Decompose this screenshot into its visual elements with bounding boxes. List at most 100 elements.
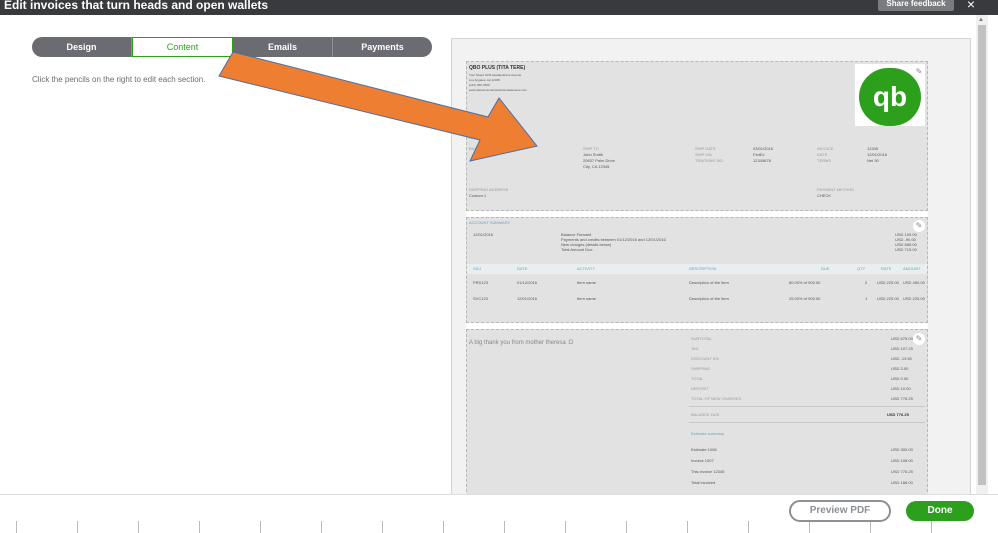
line-cell: Description of the item	[689, 296, 729, 301]
activity-section[interactable]: ACCOUNT SUMMARY ✎ 12/01/2016 Balance For…	[466, 217, 928, 323]
column-header: DUE	[821, 266, 830, 271]
edit-pencil-icon[interactable]: ✎	[913, 333, 925, 345]
line-cell: 80.00% of 900.00	[789, 280, 821, 285]
line-cell: USD 225.00	[877, 280, 899, 285]
divider	[689, 406, 925, 407]
line-cell: SVC123	[473, 296, 488, 301]
done-button[interactable]: Done	[906, 501, 974, 521]
scroll-thumb[interactable]	[978, 25, 986, 485]
total-label: SUBTOTAL	[691, 336, 712, 341]
total-value: USD 675.00	[891, 336, 913, 341]
divider	[260, 521, 261, 533]
total-value: USD 10.00	[891, 386, 911, 391]
invoice-no: 12345	[867, 146, 879, 151]
total-label: DISCOUNT 5%	[691, 356, 719, 361]
header-section[interactable]: QBO PLUS (TITA TERE) Your Street 1234 He…	[466, 61, 928, 211]
total-value: USD 776.25	[891, 396, 913, 401]
total-label: TOTAL OF NEW CHARGES	[691, 396, 742, 401]
total-label: TOTAL	[691, 376, 704, 381]
tab-bar: Design Content Emails Payments	[32, 37, 432, 57]
tracking: 12345678	[753, 158, 771, 163]
ship-to-label: SHIP TO	[583, 146, 599, 151]
terms: Net 30	[867, 158, 879, 163]
column-header: DATE	[517, 266, 528, 271]
column-header: DESCRIPTION	[689, 266, 717, 271]
estimate-row-label: Total invoiced	[691, 480, 716, 485]
page-title: Edit invoices that turn heads and open w…	[4, 0, 269, 12]
estimate-row-label: Estimate 1008	[691, 447, 717, 452]
line-cell: 12/01/2016	[517, 296, 538, 301]
bill-to-label: BILL TO	[469, 146, 484, 151]
company-line: (123) 456-7890	[469, 83, 490, 87]
total-label: TAX	[691, 346, 699, 351]
line-cell: Item name	[577, 296, 596, 301]
divider	[931, 521, 932, 533]
divider	[687, 521, 688, 533]
divider	[138, 521, 139, 533]
column-header: RATE	[881, 266, 892, 271]
line-cell: 2	[865, 280, 868, 285]
ship-date: 03/01/2016	[753, 146, 774, 151]
line-cell: 25.00% of 900.00	[789, 296, 821, 301]
ship-date-label: SHIP DATE	[695, 146, 716, 151]
footer-bar: Preview PDF Done	[0, 494, 998, 533]
scroll-up-arrow-icon[interactable]: ▲	[978, 17, 984, 23]
ship-to-line: John Smith	[583, 152, 604, 157]
divider	[382, 521, 383, 533]
estimate-row-value: USD 188.00	[891, 480, 913, 485]
divider	[748, 521, 749, 533]
invoice-no-label: INVOICE	[817, 146, 834, 151]
column-header: SKU	[473, 266, 482, 271]
company-line: www.qboaccountantsolutionsawesome.com	[469, 88, 528, 92]
close-icon[interactable]: ×	[964, 0, 978, 12]
account-summary-label: ACCOUNT SUMMARY	[469, 220, 511, 225]
shipping-address: Custom 1	[469, 193, 487, 198]
shipping-address-label: SHIPPING ADDRESS	[469, 187, 509, 192]
scrollbar[interactable]: ▲	[976, 15, 988, 495]
company-name: QBO PLUS (TITA TERE)	[469, 65, 526, 71]
edit-pencil-icon[interactable]: ✎	[913, 66, 925, 78]
edit-pencil-icon[interactable]: ✎	[913, 220, 925, 232]
divider	[443, 521, 444, 533]
total-value: USD -13.50	[891, 356, 912, 361]
invoice-preview: QBO PLUS (TITA TERE) Your Street 1234 He…	[451, 38, 971, 496]
ship-via: FedEx	[753, 152, 765, 157]
total-value: USD 107.25	[891, 346, 913, 351]
divider	[504, 521, 505, 533]
line-cell: USD 225.00	[877, 296, 899, 301]
divider	[16, 521, 17, 533]
estimate-row-value: USD 300.00	[891, 447, 913, 452]
divider	[689, 422, 925, 423]
estimate-row-value: USD 108.00	[891, 458, 913, 463]
message-to-customer: A big thank you from mother theresa :D	[469, 340, 574, 346]
terms-label: TERMS	[817, 158, 831, 163]
summary-amount: USD 715.00	[895, 247, 917, 252]
ship-to-line: 20637 Palm Drive	[583, 158, 615, 163]
footer-section[interactable]: A big thank you from mother theresa :D ✎…	[466, 329, 928, 495]
column-header: AMOUNT	[903, 266, 921, 271]
preview-pdf-button[interactable]: Preview PDF	[789, 500, 891, 522]
estimate-row-label: This invoice 12345	[691, 469, 725, 474]
divider	[809, 521, 810, 533]
tab-content[interactable]: Content	[132, 37, 233, 57]
divider	[870, 521, 871, 533]
total-label: SHIPPING	[691, 366, 711, 371]
summary-line: Total Amount Due	[561, 247, 593, 252]
divider	[565, 521, 566, 533]
tab-emails[interactable]: Emails	[233, 37, 333, 57]
ship-via-label: SHIP VIA	[695, 152, 712, 157]
total-value: USD 0.00	[891, 376, 909, 381]
company-line: Los Angeles, AA 12345	[469, 78, 500, 82]
invoice-heading: INVOICE	[469, 135, 494, 141]
total-value: USD 3.00	[891, 366, 909, 371]
column-header: QTY	[857, 266, 866, 271]
ship-to-line: City, CA 12345	[583, 164, 610, 169]
share-feedback-button[interactable]: Share feedback	[878, 0, 954, 11]
total-label: DEPOSIT	[691, 386, 709, 391]
tab-design[interactable]: Design	[32, 37, 132, 57]
date-label: DATE	[817, 152, 828, 157]
payment-method: CHECK	[817, 193, 832, 198]
line-cell: PRD123	[473, 280, 489, 285]
line-cell: 01/12/2016	[517, 280, 538, 285]
tab-payments[interactable]: Payments	[333, 37, 432, 57]
